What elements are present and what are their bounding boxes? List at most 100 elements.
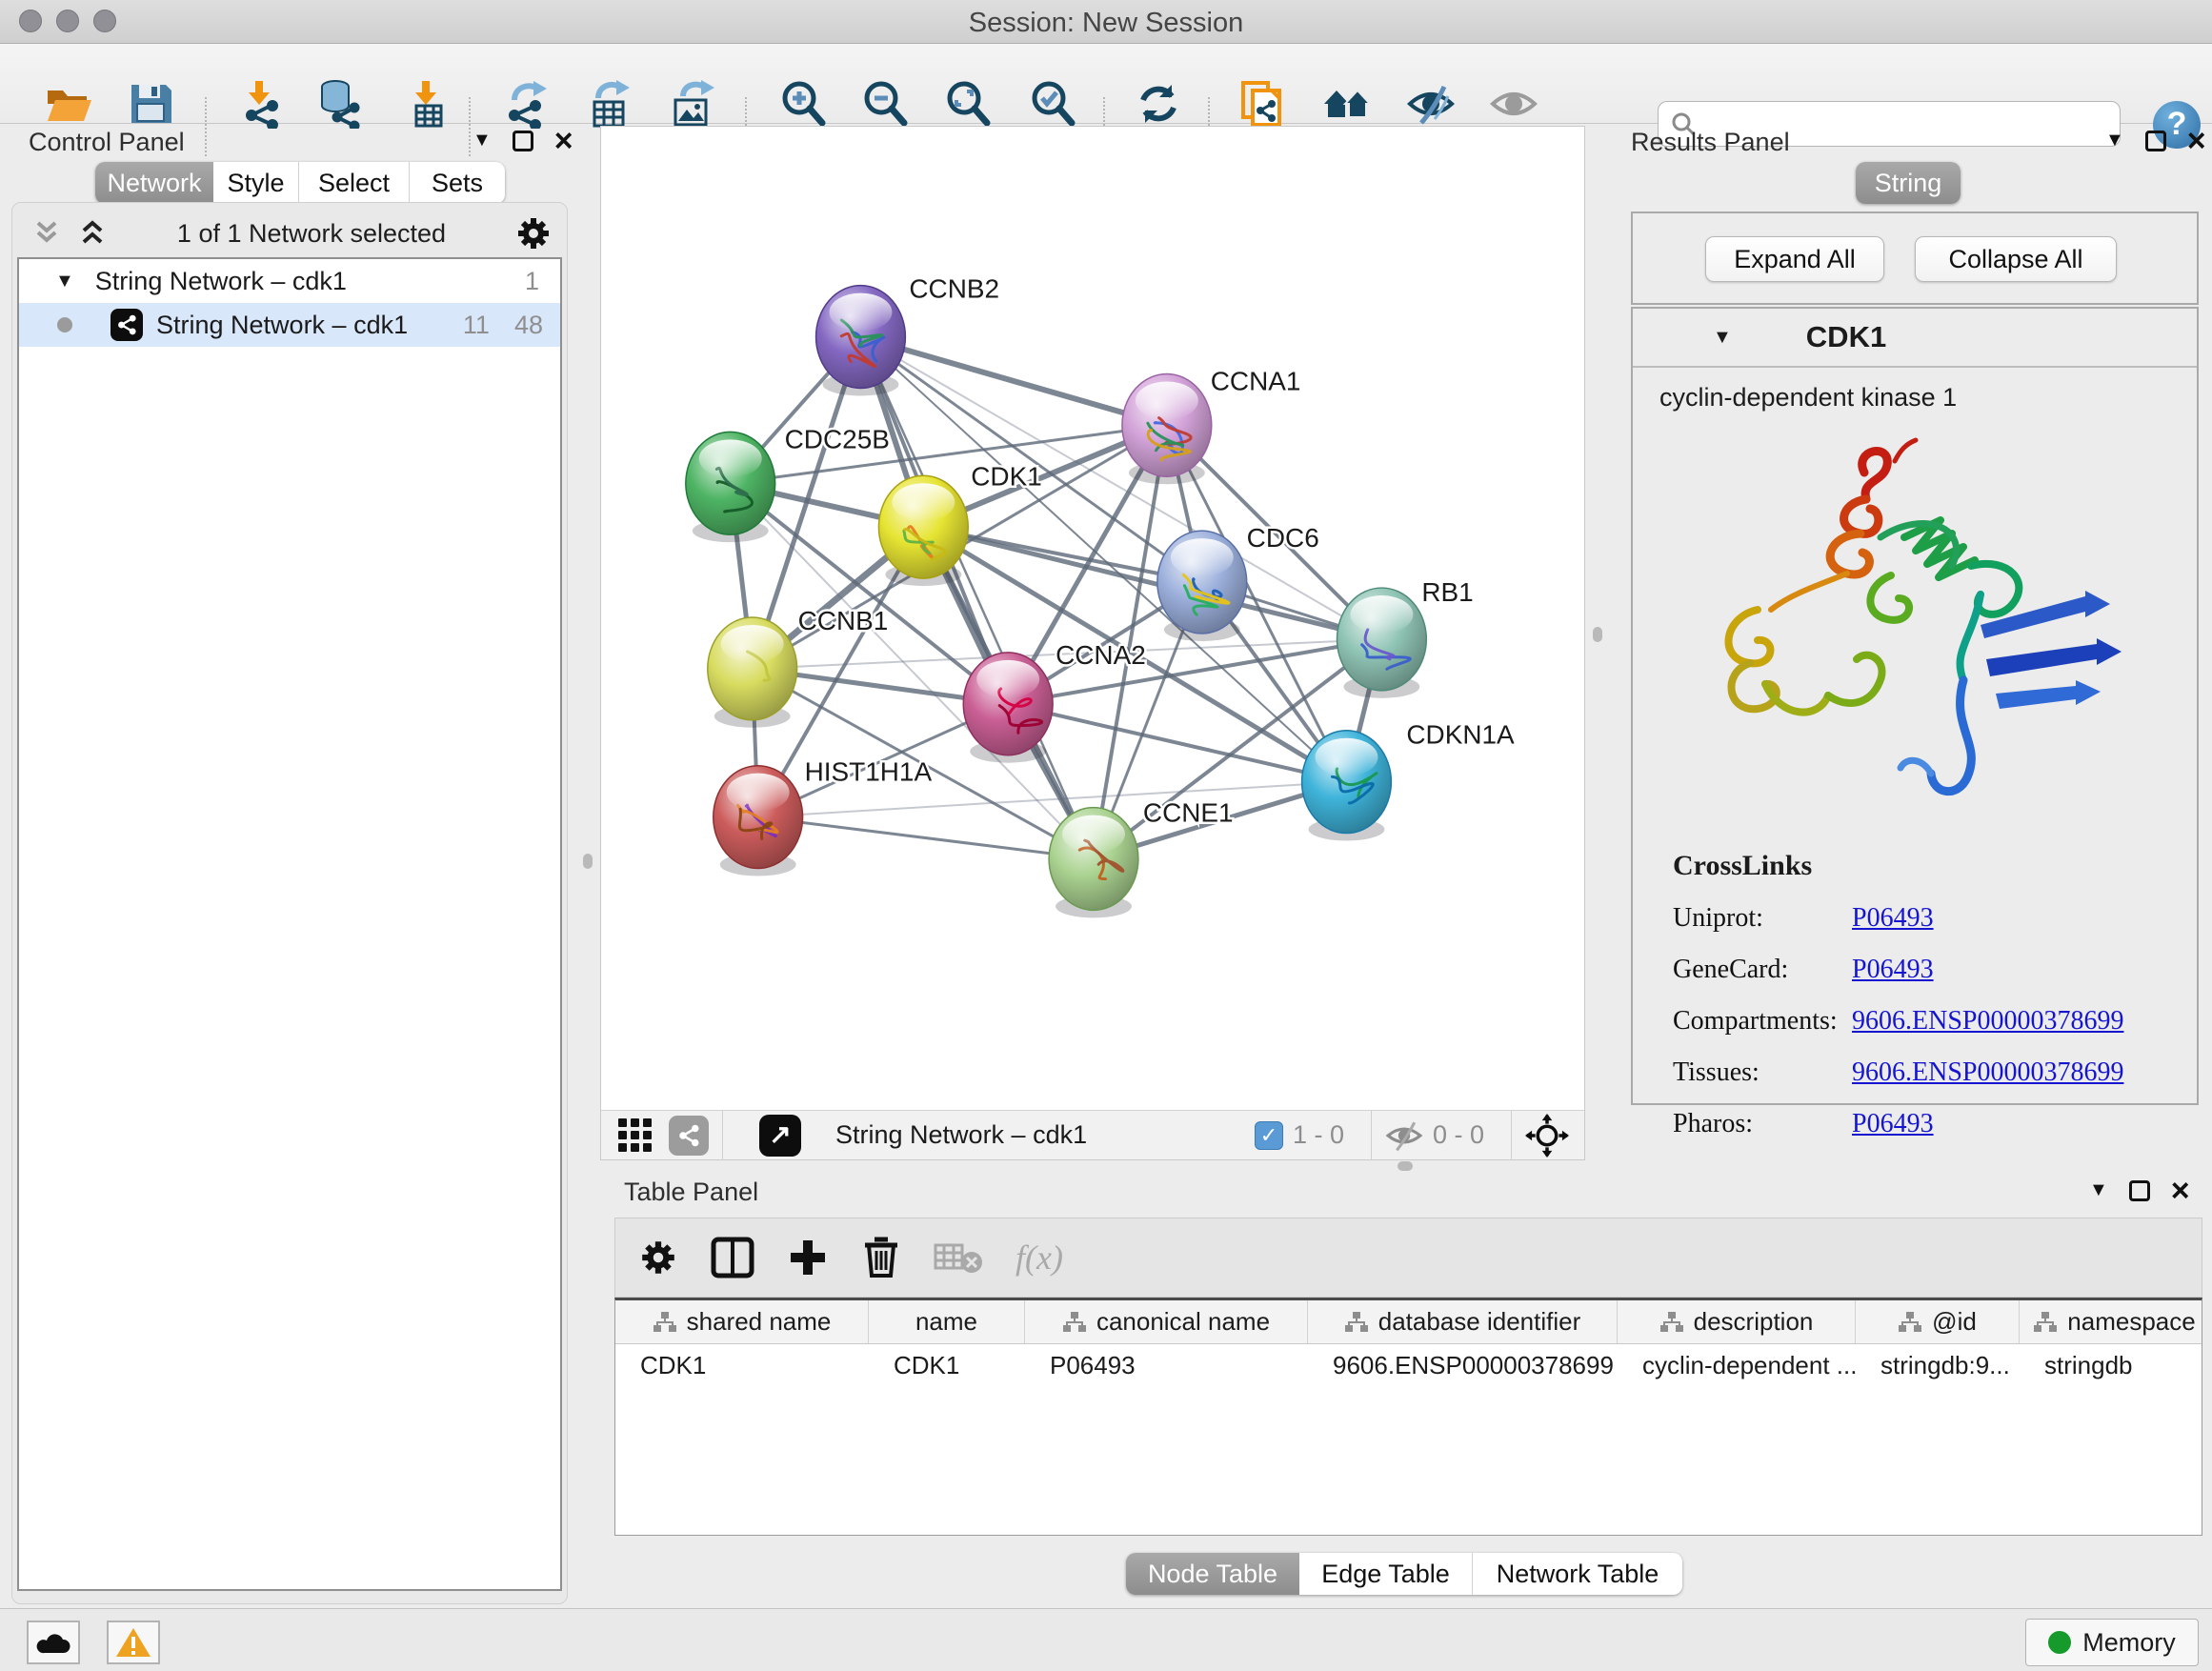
- zoom-in-icon[interactable]: [778, 79, 828, 129]
- table-gear-icon[interactable]: [638, 1238, 678, 1278]
- show-all-eye-icon[interactable]: [1489, 79, 1538, 129]
- network-node-HIST1H1A[interactable]: [714, 766, 803, 876]
- network-node-CCNA1[interactable]: [1122, 373, 1212, 484]
- panel-close-icon[interactable]: ×: [2187, 131, 2206, 151]
- save-session-icon[interactable]: [126, 79, 175, 129]
- panel-close-icon[interactable]: ×: [2171, 1180, 2190, 1201]
- network-collection-row[interactable]: ▼ String Network – cdk1 1: [19, 259, 560, 303]
- panel-menu-caret-icon[interactable]: ▼: [2089, 1179, 2108, 1201]
- column-header-canonical-name[interactable]: canonical name: [1025, 1300, 1308, 1343]
- panel-float-icon[interactable]: [513, 131, 533, 151]
- gene-collapse-icon[interactable]: ▼: [1713, 327, 1732, 349]
- tab-node-table[interactable]: Node Table: [1126, 1553, 1299, 1595]
- import-table-file-icon[interactable]: [403, 79, 452, 129]
- panel-close-icon[interactable]: ×: [554, 131, 573, 151]
- memory-button[interactable]: Memory: [2025, 1619, 2199, 1666]
- network-node-CDC6[interactable]: [1157, 531, 1247, 641]
- grid-icon[interactable]: [618, 1118, 652, 1152]
- tab-edge-table[interactable]: Edge Table: [1299, 1553, 1473, 1595]
- tab-string[interactable]: String: [1856, 162, 1961, 204]
- column-header--id[interactable]: @id: [1856, 1300, 2020, 1343]
- table-cell[interactable]: P06493: [1025, 1344, 1308, 1386]
- column-header-name[interactable]: name: [869, 1300, 1025, 1343]
- network-node-CCNB2[interactable]: [816, 286, 906, 396]
- crosslink-label: GeneCard:: [1673, 955, 1852, 985]
- expand-all-button[interactable]: Expand All: [1705, 236, 1884, 282]
- node-label-CCNB1: CCNB1: [798, 606, 889, 635]
- cloud-button[interactable]: [27, 1621, 80, 1664]
- network-node-CCNA2[interactable]: [963, 653, 1053, 763]
- panel-float-icon[interactable]: [2145, 131, 2166, 151]
- node-label-HIST1H1A: HIST1H1A: [805, 757, 933, 787]
- expand-all-chevron-icon[interactable]: [76, 219, 109, 248]
- network-node-CDC25B[interactable]: [686, 432, 775, 542]
- network-node-CDKN1A[interactable]: [1302, 731, 1392, 841]
- table-cell[interactable]: CDK1: [869, 1344, 1025, 1386]
- refresh-icon[interactable]: [1134, 79, 1183, 129]
- zoom-out-icon[interactable]: [860, 79, 910, 129]
- bottom-splitter-handle[interactable]: [1398, 1161, 1413, 1171]
- import-network-file-icon[interactable]: [236, 79, 286, 129]
- tab-select[interactable]: Select: [299, 162, 410, 204]
- column-header-description[interactable]: description: [1618, 1300, 1856, 1343]
- collapse-all-chevron-icon[interactable]: [30, 219, 63, 248]
- selected-checkbox-icon[interactable]: ✓: [1255, 1121, 1283, 1150]
- warning-button[interactable]: [107, 1621, 160, 1664]
- hidden-eye-icon[interactable]: [1385, 1119, 1423, 1152]
- tab-network-table[interactable]: Network Table: [1473, 1553, 1682, 1595]
- table-cell[interactable]: stringdb:9...: [1856, 1344, 2020, 1386]
- crosslink-link[interactable]: 9606.ENSP00000378699: [1852, 1006, 2123, 1037]
- network-node-CCNE1[interactable]: [1049, 808, 1138, 918]
- right-splitter-handle[interactable]: [1593, 627, 1602, 642]
- export-image-icon[interactable]: [668, 79, 717, 129]
- hide-selected-eye-icon[interactable]: [1406, 79, 1456, 129]
- open-session-icon[interactable]: [44, 79, 93, 129]
- crosslink-link[interactable]: P06493: [1852, 1109, 1934, 1139]
- columns-icon[interactable]: [711, 1237, 754, 1278]
- tab-sets[interactable]: Sets: [410, 162, 505, 204]
- collapse-all-button[interactable]: Collapse All: [1915, 236, 2117, 282]
- tree-expand-icon[interactable]: ▼: [55, 271, 74, 292]
- collection-name: String Network – cdk1: [95, 267, 347, 296]
- tab-network[interactable]: Network: [95, 162, 213, 204]
- navigator-icon[interactable]: ↗: [759, 1115, 801, 1157]
- network-row[interactable]: String Network – cdk1 11 48: [19, 303, 560, 347]
- network-type-icon: [111, 309, 143, 341]
- export-network-icon[interactable]: [501, 79, 551, 129]
- panel-menu-caret-icon[interactable]: ▼: [473, 130, 492, 151]
- crosslink-link[interactable]: P06493: [1852, 903, 1934, 934]
- tab-style[interactable]: Style: [213, 162, 299, 204]
- table-row[interactable]: CDK1CDK1P064939606.ENSP00000378699cyclin…: [615, 1344, 2202, 1386]
- panel-float-icon[interactable]: [2129, 1180, 2150, 1201]
- column-header-namespace[interactable]: namespace: [2020, 1300, 2202, 1343]
- network-node-CDK1[interactable]: [878, 475, 968, 586]
- import-network-database-icon[interactable]: [316, 79, 366, 129]
- left-splitter-handle[interactable]: [583, 854, 593, 869]
- delete-column-icon[interactable]: [861, 1236, 901, 1279]
- column-header-database-identifier[interactable]: database identifier: [1308, 1300, 1618, 1343]
- crosslink-link[interactable]: 9606.ENSP00000378699: [1852, 1057, 2123, 1088]
- function-builder-icon[interactable]: f(x): [1016, 1238, 1063, 1278]
- export-table-icon[interactable]: [585, 79, 634, 129]
- network-canvas[interactable]: CCNB2CCNA1CDC25BCDK1CDC6RB1CCNB1CCNA2CDK…: [601, 127, 1584, 1110]
- neighbors-houses-icon[interactable]: [1322, 79, 1372, 129]
- table-cell[interactable]: cyclin-dependent ...: [1618, 1344, 1856, 1386]
- hidden-counts: 0 - 0: [1433, 1120, 1484, 1150]
- column-header-shared-name[interactable]: shared name: [615, 1300, 869, 1343]
- zoom-fit-icon[interactable]: [943, 79, 993, 129]
- crosslink-link[interactable]: P06493: [1852, 955, 1934, 985]
- results-actions-box: Expand All Collapse All: [1631, 211, 2199, 305]
- network-options-gear-icon[interactable]: [514, 214, 553, 252]
- crosshair-icon[interactable]: [1525, 1114, 1569, 1158]
- network-node-CCNB1[interactable]: [708, 617, 797, 728]
- panel-menu-caret-icon[interactable]: ▼: [2105, 130, 2124, 151]
- table-cell[interactable]: stringdb: [2020, 1344, 2202, 1386]
- table-cell[interactable]: 9606.ENSP00000378699: [1308, 1344, 1618, 1386]
- add-column-icon[interactable]: [787, 1237, 829, 1278]
- share-icon[interactable]: [669, 1116, 709, 1156]
- network-node-RB1[interactable]: [1337, 588, 1427, 698]
- delete-table-icon[interactable]: [934, 1239, 983, 1276]
- table-cell[interactable]: CDK1: [615, 1344, 869, 1386]
- zoom-selected-icon[interactable]: [1028, 79, 1077, 129]
- duplicate-network-icon[interactable]: [1237, 79, 1287, 129]
